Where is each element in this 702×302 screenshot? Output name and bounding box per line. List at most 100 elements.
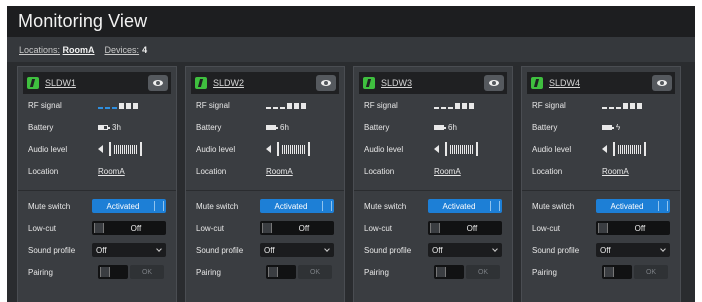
mute-switch-toggle[interactable]: Activated — [259, 199, 334, 213]
identify-button[interactable] — [652, 75, 672, 91]
chevron-down-icon — [492, 245, 498, 252]
pairing-toggle[interactable] — [602, 265, 632, 279]
pairing-toggle[interactable] — [434, 265, 464, 279]
battery-label: Battery — [28, 122, 54, 132]
audio-level-row: Audio level — [364, 138, 502, 160]
mute-switch-toggle[interactable]: Activated — [595, 199, 670, 213]
sound-profile-label: Sound profile — [532, 245, 580, 255]
page-title: Monitoring View — [18, 11, 148, 31]
battery-label: Battery — [364, 122, 390, 132]
pairing-ok-button[interactable]: OK — [466, 265, 500, 279]
speaker-icon — [434, 145, 439, 153]
low-cut-label: Low-cut — [532, 223, 561, 233]
device-card: SLDW3 RF signal Battery 6h Audio level Lo… — [353, 66, 513, 302]
rf-signal-label: RF signal — [364, 100, 398, 110]
device-card: SLDW1 RF signal Battery 3h Audio level Lo… — [17, 66, 177, 302]
identify-button[interactable] — [484, 75, 504, 91]
audio-level-label: Audio level — [196, 144, 236, 154]
device-name-link[interactable]: SLDW4 — [549, 78, 580, 88]
device-card: SLDW2 RF signal Battery 6h Audio level Lo… — [185, 66, 345, 302]
location-value-link[interactable]: RoomA — [63, 45, 95, 55]
sound-profile-select[interactable]: Off — [428, 243, 502, 257]
location-link[interactable]: RoomA — [434, 167, 461, 176]
sound-profile-label: Sound profile — [28, 245, 76, 255]
divider — [186, 190, 344, 191]
location-link[interactable]: RoomA — [602, 167, 629, 176]
low-cut-toggle[interactable]: Off — [595, 221, 670, 235]
divider — [522, 190, 680, 191]
rf-signal-label: RF signal — [532, 100, 566, 110]
sound-profile-value: Off — [96, 245, 107, 255]
low-cut-toggle[interactable]: Off — [91, 221, 166, 235]
battery-row: Battery 6h — [196, 116, 334, 138]
battery-label: Battery — [532, 122, 558, 132]
chevron-down-icon — [324, 245, 330, 252]
identify-button[interactable] — [148, 75, 168, 91]
divider — [354, 190, 512, 191]
title-bar: Monitoring View — [7, 6, 695, 37]
audio-level-label: Audio level — [28, 144, 68, 154]
sound-profile-row: Sound profile Off — [532, 239, 670, 261]
device-grid: SLDW1 RF signal Battery 3h Audio level Lo… — [17, 66, 681, 302]
location-row: Location RoomA — [532, 160, 670, 182]
pairing-row: Pairing OK — [532, 261, 670, 283]
audio-level-label: Audio level — [364, 144, 404, 154]
audio-level-row: Audio level — [196, 138, 334, 160]
rf-signal-icon — [434, 102, 474, 109]
pairing-label: Pairing — [28, 267, 53, 277]
eye-icon — [153, 80, 163, 86]
devices-link[interactable]: Devices: — [105, 45, 140, 55]
battery-label: Battery — [196, 122, 222, 132]
pairing-ok-button[interactable]: OK — [130, 265, 164, 279]
low-cut-toggle[interactable]: Off — [427, 221, 502, 235]
location-label: Location — [28, 166, 59, 176]
battery-icon — [434, 124, 446, 130]
pairing-toggle[interactable] — [98, 265, 128, 279]
rf-signal-icon — [98, 102, 138, 109]
pairing-row: Pairing OK — [196, 261, 334, 283]
pairing-ok-button[interactable]: OK — [634, 265, 668, 279]
mute-switch-toggle[interactable]: Activated — [427, 199, 502, 213]
pairing-ok-button[interactable]: OK — [298, 265, 332, 279]
mute-switch-toggle[interactable]: Activated — [91, 199, 166, 213]
device-card-header: SLDW2 — [191, 72, 339, 94]
sound-profile-select[interactable]: Off — [92, 243, 166, 257]
location-label: Location — [364, 166, 395, 176]
mute-switch-row: Mute switch Activated — [196, 195, 334, 217]
pairing-toggle[interactable] — [266, 265, 296, 279]
mute-switch-row: Mute switch Activated — [364, 195, 502, 217]
location-label: Location — [196, 166, 227, 176]
device-name-link[interactable]: SLDW1 — [45, 78, 76, 88]
low-cut-row: Low-cut Off — [196, 217, 334, 239]
app-window: Monitoring View Locations: RoomA Devices… — [7, 6, 695, 302]
low-cut-label: Low-cut — [364, 223, 393, 233]
eye-icon — [489, 80, 499, 86]
rf-signal-icon — [602, 102, 642, 109]
device-status-icon — [531, 77, 543, 89]
audio-meter — [109, 142, 142, 156]
pairing-label: Pairing — [196, 267, 221, 277]
mute-switch-label: Mute switch — [364, 201, 407, 211]
location-row: Location RoomA — [28, 160, 166, 182]
locations-link[interactable]: Locations: — [19, 45, 60, 55]
battery-icon — [98, 124, 110, 130]
sound-profile-select[interactable]: Off — [260, 243, 334, 257]
rf-signal-row: RF signal — [532, 94, 670, 116]
device-name-link[interactable]: SLDW2 — [213, 78, 244, 88]
device-name-link[interactable]: SLDW3 — [381, 78, 412, 88]
low-cut-toggle[interactable]: Off — [259, 221, 334, 235]
speaker-icon — [602, 145, 607, 153]
sound-profile-select[interactable]: Off — [596, 243, 670, 257]
low-cut-row: Low-cut Off — [532, 217, 670, 239]
location-link[interactable]: RoomA — [98, 167, 125, 176]
breadcrumb: Locations: RoomA Devices: 4 — [7, 37, 695, 62]
identify-button[interactable] — [316, 75, 336, 91]
chevron-down-icon — [660, 245, 666, 252]
low-cut-label: Low-cut — [196, 223, 225, 233]
sound-profile-value: Off — [264, 245, 275, 255]
location-link[interactable]: RoomA — [266, 167, 293, 176]
device-card-header: SLDW4 — [527, 72, 675, 94]
rf-signal-icon — [266, 102, 306, 109]
location-row: Location RoomA — [364, 160, 502, 182]
audio-level-row: Audio level — [28, 138, 166, 160]
